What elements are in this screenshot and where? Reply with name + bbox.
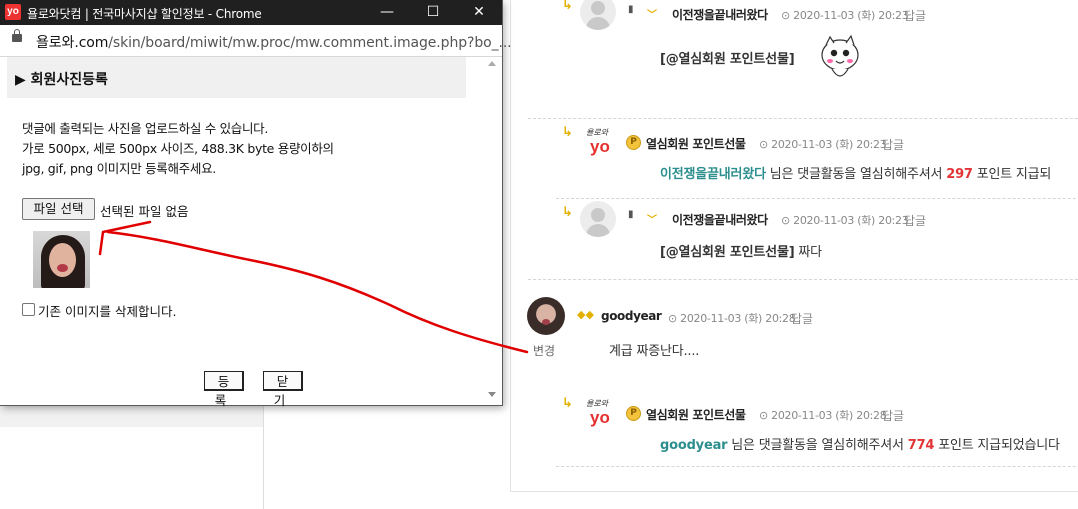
scroll-down-icon[interactable] [488, 392, 496, 397]
comment-author[interactable]: 열심회원 포인트선물 [646, 135, 746, 152]
maximize-icon[interactable]: ☐ [410, 0, 456, 25]
desc-line: 가로 500px, 세로 500px 사이즈, 488.3K byte 용량이하… [22, 141, 334, 156]
comment-text: [@열심회원 포인트선물] [660, 48, 795, 67]
upload-description: 댓글에 출력되는 사진을 업로드하실 수 있습니다. 가로 500px, 세로 … [22, 119, 334, 179]
reply-link[interactable]: 답글 [882, 136, 904, 153]
default-avatar-icon [580, 0, 616, 30]
comment-item: 변경 ◆◆ goodyear ⊙ 2020-11-03 (화) 20:28 답글… [527, 281, 1078, 381]
site-logo-icon: yo [5, 4, 21, 20]
close-icon[interactable]: ✕ [456, 0, 502, 25]
comment-item: ↳ ▮ ﹀ 이전쟁을끝내러왔다 ⊙ 2020-11-03 (화) 20:23 답… [528, 0, 1078, 119]
default-avatar-icon [580, 201, 616, 237]
comment-date: ⊙ 2020-11-03 (화) 20:28 [668, 310, 796, 326]
register-button[interactable]: 등록 [204, 371, 244, 408]
left-panel [0, 405, 264, 509]
yolo-avatar-icon: 욜로와 yo [580, 125, 616, 161]
yolo-avatar-icon: 욜로와 yo [580, 396, 616, 432]
scroll-up-icon[interactable] [488, 61, 496, 66]
reply-arrow-icon: ↳ [562, 396, 573, 411]
reply-link[interactable]: 답글 [882, 407, 904, 424]
comment-author[interactable]: 열심회원 포인트선물 [646, 406, 746, 423]
file-status-text: 선택된 파일 없음 [100, 204, 189, 219]
point-coin-icon: P [626, 406, 641, 421]
minimize-icon[interactable]: — [364, 0, 410, 25]
mentioned-user[interactable]: 이전쟁을끝내러왔다 [660, 167, 766, 182]
comment-text: 계급 짜증난다.... [609, 344, 700, 359]
comment-author[interactable]: 이전쟁을끝내러왔다 [672, 211, 768, 228]
file-select-button[interactable]: 파일 선택 [22, 198, 95, 220]
popup-content: ▶ 회원사진등록 댓글에 출력되는 사진을 업로드하실 수 있습니다. 가로 5… [2, 57, 484, 408]
sticker-image [821, 34, 859, 77]
current-photo-thumbnail [33, 231, 90, 288]
reply-link[interactable]: 답글 [904, 212, 926, 229]
mentioned-user[interactable]: goodyear [660, 438, 728, 453]
clock-icon: ⊙ [668, 312, 681, 325]
scroll-track[interactable] [487, 71, 497, 381]
comment-date-text: 2020-11-03 (화) 20:23 [793, 214, 909, 227]
rank-diamond-icon: ◆◆ [577, 308, 594, 321]
address-bar[interactable]: 욜로와.com/skin/board/miwit/mw.proc/mw.comm… [0, 25, 512, 57]
desc-line: jpg, gif, png 이미지만 등록해주세요. [22, 161, 216, 176]
comment-item: ↳ ▮ ﹀ 이전쟁을끝내러왔다 ⊙ 2020-11-03 (화) 20:23 답… [528, 199, 1078, 281]
points-value: 774 [907, 438, 935, 453]
change-photo-link[interactable]: 변경 [533, 342, 555, 359]
content-bottom-border [510, 491, 1078, 492]
mention[interactable]: [@열심회원 포인트선물] [660, 52, 795, 67]
comment-text: [@열심회원 포인트선물] 짜다 [660, 241, 822, 260]
lock-icon [12, 29, 22, 42]
rank-chevron-icon: ﹀ [647, 215, 657, 226]
url-text: 욜로와.com/skin/board/miwit/mw.proc/mw.comm… [36, 32, 512, 52]
popup-scrollbar[interactable] [484, 57, 500, 403]
reply-link[interactable]: 답글 [904, 7, 926, 24]
delete-image-checkbox[interactable] [22, 303, 35, 316]
clock-icon: ⊙ [759, 138, 772, 151]
comment-date: ⊙ 2020-11-03 (화) 20:23 [781, 7, 909, 23]
mention[interactable]: [@열심회원 포인트선물] [660, 245, 795, 260]
comment-item: ↳ 욜로와 yo P 열심회원 포인트선물 ⊙ 2020-11-03 (화) 20… [556, 119, 1078, 199]
rank-chevron-icon: ﹀ [647, 10, 657, 21]
comment-date-text: 2020-11-03 (화) 20:28 [680, 312, 796, 325]
comment-text-tail: 포인트 지급되었습니다 [934, 438, 1060, 453]
comment-text-mid: 님은 댓글활동을 열심히해주셔서 [765, 167, 947, 182]
delete-image-label[interactable]: 기존 이미지를 삭제합니다. [38, 301, 176, 320]
comment-body: 짜다 [794, 245, 822, 260]
comment-item: ↳ 욜로와 yo P 열심회원 포인트선물 ⊙ 2020-11-03 (화) 20… [556, 388, 1078, 468]
comment-date: ⊙ 2020-11-03 (화) 20:23 [759, 136, 887, 152]
content-border [510, 0, 511, 492]
comment-date-text: 2020-11-03 (화) 20:23 [793, 9, 909, 22]
desc-line: 댓글에 출력되는 사진을 업로드하실 수 있습니다. [22, 121, 269, 136]
upload-popup-window: yo 욜로와닷컴 | 전국마사지샵 할인정보 - Chrome — ☐ ✕ 욜로… [0, 0, 512, 408]
user-photo-avatar[interactable] [527, 297, 565, 335]
reply-link[interactable]: 답글 [791, 310, 813, 327]
close-button[interactable]: 닫기 [263, 371, 303, 408]
section-header: ▶ 회원사진등록 [7, 57, 466, 98]
comment-text: 이전쟁을끝내러왔다 님은 댓글활동을 열심히해주셔서 297 포인트 지급되 [660, 163, 1051, 182]
level-icon: ▮ [628, 209, 634, 220]
clock-icon: ⊙ [781, 9, 794, 22]
comment-author[interactable]: 이전쟁을끝내러왔다 [672, 6, 768, 23]
window-title: 욜로와닷컴 | 전국마사지샵 할인정보 - Chrome [27, 7, 262, 21]
reply-arrow-icon: ↳ [562, 125, 573, 140]
point-coin-icon: P [626, 135, 641, 150]
level-icon: ▮ [628, 4, 634, 15]
points-value: 297 [946, 167, 973, 182]
reply-arrow-icon: ↳ [562, 205, 573, 220]
comment-author[interactable]: goodyear [601, 309, 662, 323]
url-path: /skin/board/miwit/mw.proc/mw.comment.ima… [108, 35, 512, 51]
reply-arrow-icon: ↳ [562, 0, 573, 13]
comment-date: ⊙ 2020-11-03 (화) 20:23 [781, 212, 909, 228]
section-title: ▶ 회원사진등록 [15, 72, 108, 88]
comment-text-tail: 포인트 지급되 [972, 167, 1052, 182]
comment-date: ⊙ 2020-11-03 (화) 20:28 [759, 407, 887, 423]
comment-text: goodyear 님은 댓글활동을 열심히해주셔서 774 포인트 지급되었습니… [660, 434, 1060, 453]
clock-icon: ⊙ [781, 214, 794, 227]
window-titlebar[interactable]: yo 욜로와닷컴 | 전국마사지샵 할인정보 - Chrome — ☐ ✕ [0, 0, 502, 25]
comment-date-text: 2020-11-03 (화) 20:23 [771, 138, 887, 151]
url-host: 욜로와.com [36, 35, 109, 51]
comment-text-mid: 님은 댓글활동을 열심히해주셔서 [727, 438, 908, 453]
clock-icon: ⊙ [759, 409, 772, 422]
comment-date-text: 2020-11-03 (화) 20:28 [771, 409, 887, 422]
